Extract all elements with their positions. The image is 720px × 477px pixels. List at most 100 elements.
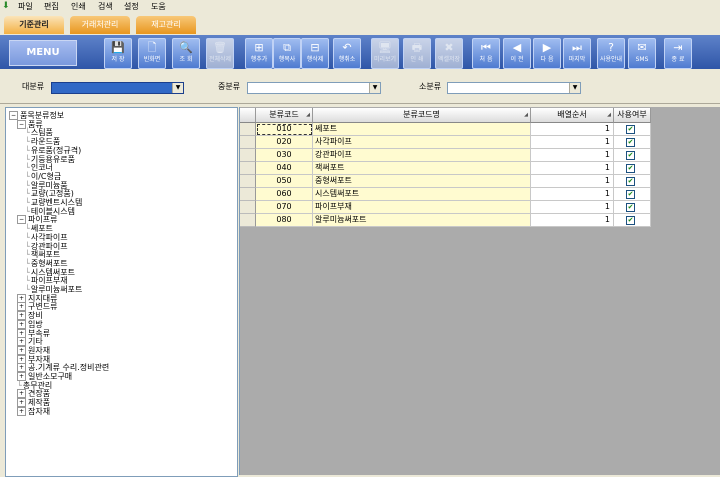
expand-icon[interactable]: +: [17, 311, 26, 321]
cell-used[interactable]: ✔: [614, 201, 651, 214]
toolbar-button-exit[interactable]: ⇥ 종 료: [664, 38, 692, 69]
row-header[interactable]: [240, 149, 256, 162]
column-header-order[interactable]: 배열순서 ◢: [531, 108, 614, 123]
cell-used[interactable]: ✔: [614, 123, 651, 136]
expand-icon[interactable]: +: [17, 345, 26, 355]
cell-used[interactable]: ✔: [614, 136, 651, 149]
expand-icon[interactable]: +: [17, 293, 26, 303]
cell-code[interactable]: 040: [256, 162, 313, 175]
toolbar-button-prev[interactable]: ◀ 이 전: [503, 38, 531, 69]
toolbar-button-search[interactable]: 🔍 조 회: [172, 38, 200, 69]
major-category-select[interactable]: ▼: [51, 82, 184, 94]
used-checkbox[interactable]: ✔: [626, 216, 635, 225]
used-checkbox[interactable]: ✔: [626, 125, 635, 134]
menu-file[interactable]: 파일: [18, 1, 33, 12]
toolbar-button-next[interactable]: ▶ 다 음: [533, 38, 561, 69]
tree-node[interactable]: └파이프부재: [25, 276, 68, 285]
menu-search[interactable]: 검색: [98, 1, 113, 12]
tree-node[interactable]: └쎄포트: [25, 224, 53, 233]
cell-order[interactable]: 1: [531, 214, 614, 227]
cell-code[interactable]: 080: [256, 214, 313, 227]
tree-node[interactable]: └교량(고정품): [25, 189, 74, 198]
tree-node[interactable]: + 임방: [17, 319, 43, 329]
cell-order[interactable]: 1: [531, 175, 614, 188]
tree-node[interactable]: + 일반소모구매: [17, 372, 72, 381]
cell-name[interactable]: 잭써포트: [313, 162, 531, 175]
cell-used[interactable]: ✔: [614, 214, 651, 227]
row-header[interactable]: [240, 188, 256, 201]
row-header[interactable]: [240, 123, 256, 136]
toolbar-button-add-row[interactable]: ⊞ 행추가: [245, 38, 273, 69]
menu-print[interactable]: 인쇄: [71, 1, 86, 12]
tree-node[interactable]: + 원자재: [17, 345, 50, 355]
used-checkbox[interactable]: ✔: [626, 203, 635, 212]
cell-order[interactable]: 1: [531, 162, 614, 175]
expand-icon[interactable]: +: [17, 319, 26, 329]
toolbar-button-undo-row[interactable]: ↶ 행취소: [333, 38, 361, 69]
tree-node[interactable]: └알루미늄써포트: [25, 285, 82, 294]
cell-used[interactable]: ✔: [614, 162, 651, 175]
toolbar-button-delete-row[interactable]: ⊟ 행삭제: [301, 38, 329, 69]
cell-order[interactable]: 1: [531, 136, 614, 149]
toolbar-button-new-page[interactable]: 🗋 빈화면: [138, 38, 166, 69]
row-header[interactable]: [240, 136, 256, 149]
tree-node[interactable]: └인코너: [25, 163, 53, 172]
expand-icon[interactable]: +: [17, 328, 26, 338]
middle-category-select[interactable]: ▼: [247, 82, 381, 94]
tree-node[interactable]: + 제작품: [17, 398, 50, 408]
tree-node[interactable]: └사각파이프: [25, 233, 68, 242]
cell-code[interactable]: 010: [256, 123, 313, 136]
tree-node[interactable]: + 공.기계류 수리.정비관련: [17, 363, 109, 373]
cell-code[interactable]: 030: [256, 149, 313, 162]
tab-client-management[interactable]: 거래처관리: [70, 16, 130, 34]
used-checkbox[interactable]: ✔: [626, 151, 635, 160]
cell-name[interactable]: 강관파이프: [313, 149, 531, 162]
menu-settings[interactable]: 설정: [124, 1, 139, 12]
cell-used[interactable]: ✔: [614, 188, 651, 201]
expand-icon[interactable]: +: [17, 406, 26, 416]
tree-node[interactable]: └유로품(정규격): [25, 146, 81, 155]
menu-help[interactable]: 도움: [151, 1, 166, 12]
toolbar-button-last[interactable]: ⏭ 마지막: [563, 38, 591, 69]
used-checkbox[interactable]: ✔: [626, 138, 635, 147]
chevron-down-icon[interactable]: ▼: [369, 83, 380, 93]
expand-icon[interactable]: +: [17, 398, 26, 408]
cell-name[interactable]: 사각파이프: [313, 136, 531, 149]
tree-node[interactable]: + 잡자재: [17, 406, 50, 416]
expand-icon[interactable]: +: [17, 302, 26, 312]
toolbar-button-copy-row[interactable]: ⧉ 행복사: [273, 38, 301, 69]
chevron-down-icon[interactable]: ▼: [569, 83, 580, 93]
row-header[interactable]: [240, 175, 256, 188]
used-checkbox[interactable]: ✔: [626, 164, 635, 173]
expand-icon[interactable]: +: [17, 363, 26, 373]
cell-used[interactable]: ✔: [614, 149, 651, 162]
cell-name[interactable]: 시스템써포트: [313, 188, 531, 201]
expand-icon[interactable]: +: [17, 337, 26, 347]
column-header-used[interactable]: 사용여부: [614, 108, 651, 123]
row-header[interactable]: [240, 201, 256, 214]
cell-used[interactable]: ✔: [614, 175, 651, 188]
tree-node[interactable]: + 기타: [17, 337, 43, 347]
used-checkbox[interactable]: ✔: [626, 177, 635, 186]
cell-name[interactable]: 중형써포트: [313, 175, 531, 188]
cell-code[interactable]: 060: [256, 188, 313, 201]
cell-name[interactable]: 파이프부재: [313, 201, 531, 214]
minor-category-select[interactable]: ▼: [447, 82, 581, 94]
cell-code[interactable]: 020: [256, 136, 313, 149]
cell-order[interactable]: 1: [531, 201, 614, 214]
cell-code[interactable]: 070: [256, 201, 313, 214]
toolbar-button-save[interactable]: 💾 저 장: [104, 38, 132, 69]
tab-base-management[interactable]: 기준관리: [4, 16, 64, 34]
cell-order[interactable]: 1: [531, 188, 614, 201]
tree-node[interactable]: − 품목분류정보: [9, 111, 64, 120]
row-header[interactable]: [240, 214, 256, 227]
toolbar-button-help[interactable]: ? 사용안내: [597, 38, 625, 69]
tree-node[interactable]: └잭써포트: [25, 250, 60, 259]
tree-node[interactable]: + 부속류: [17, 328, 50, 338]
expand-icon[interactable]: +: [17, 389, 26, 399]
category-tree[interactable]: − 품목분류정보 − 품류 └스팀품 └라운드품 └유로품(정규격) └기둥용유로품 └인코너 └…: [5, 107, 238, 477]
tab-inventory-management[interactable]: 재고관리: [136, 16, 196, 34]
tree-node[interactable]: └교량벤트시스템: [25, 198, 82, 207]
column-header-name[interactable]: 분류코드명 ◢: [313, 108, 531, 123]
expand-icon[interactable]: +: [17, 354, 26, 364]
